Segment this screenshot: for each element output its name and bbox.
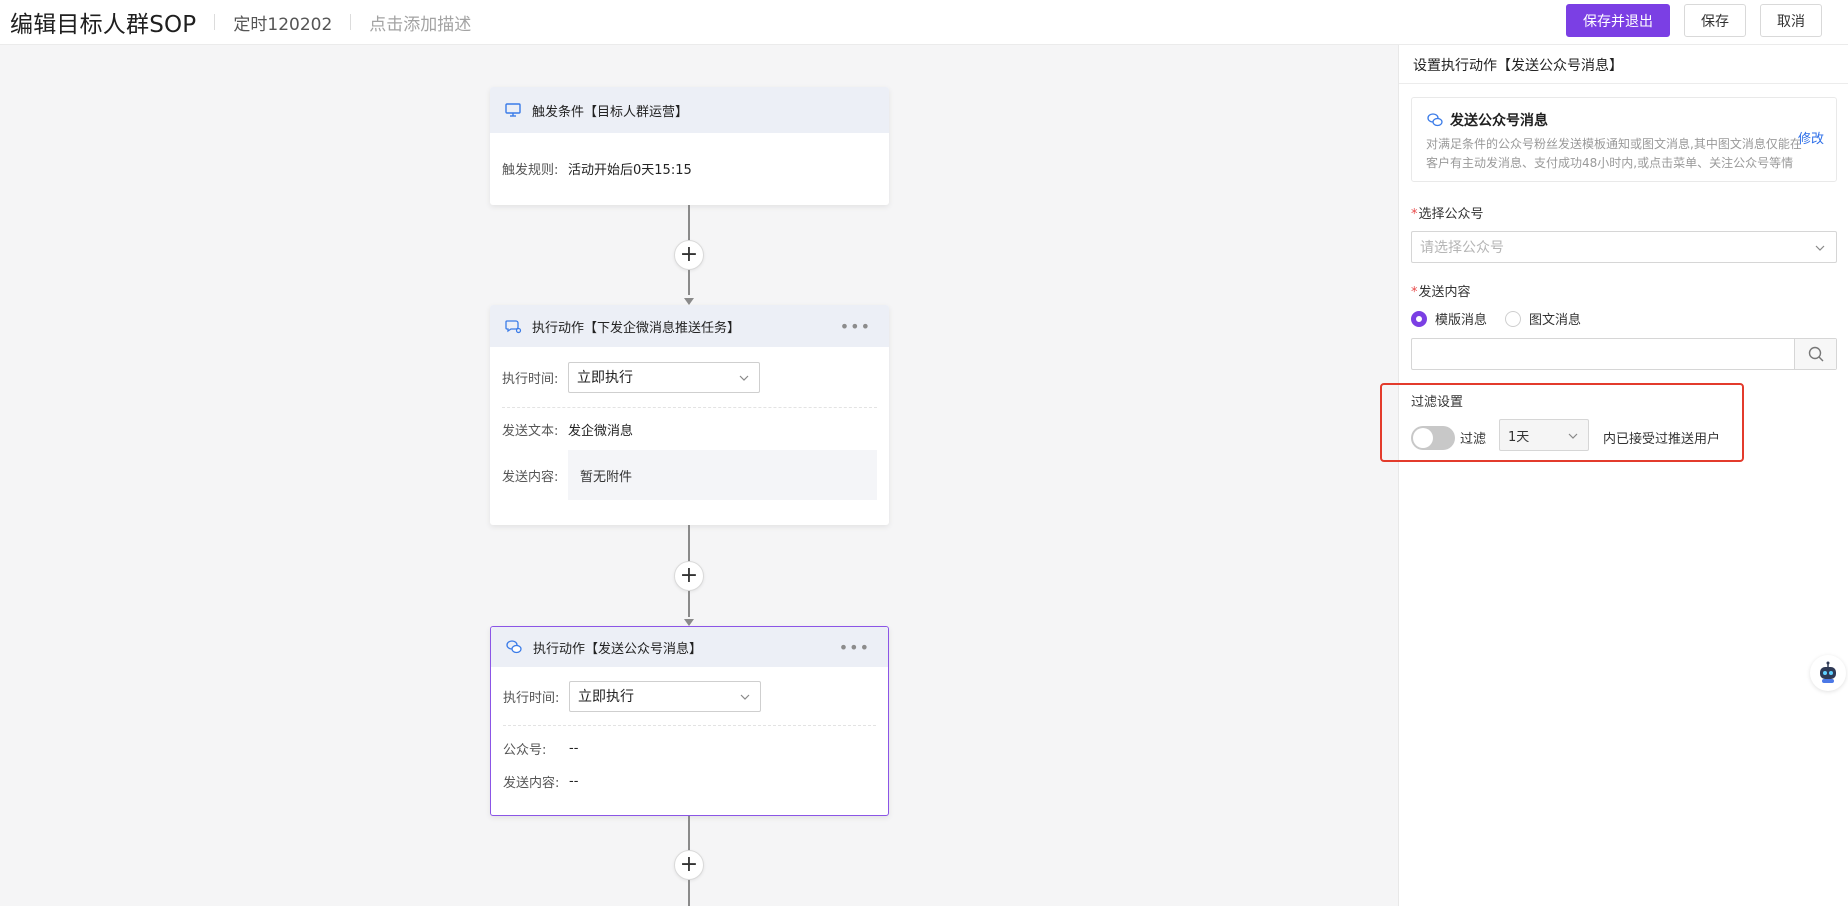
trigger-rule-value: 活动开始后0天15:15: [568, 162, 692, 178]
account-value: --: [569, 740, 579, 756]
card-title: 发送公众号消息: [1450, 113, 1548, 129]
radio-template[interactable]: [1411, 310, 1427, 327]
connector-line: [688, 591, 690, 617]
flow-canvas[interactable]: 触发条件【目标人群运营】 触发规则: 活动开始后0天15:15 + 执行动作【下…: [0, 45, 1398, 906]
account-field-label-text: 选择公众号: [1418, 207, 1484, 222]
action-node-title: 执行动作【发送公众号消息】: [533, 641, 703, 657]
account-field-label: *选择公众号: [1411, 203, 1484, 222]
send-content-value: --: [569, 773, 579, 789]
add-node-button[interactable]: +: [674, 561, 704, 591]
action-node-title: 执行动作【下发企微消息推送任务】: [532, 320, 741, 336]
required-mark: *: [1411, 207, 1418, 222]
trigger-node-header: 触发条件【目标人群运营】: [490, 87, 889, 133]
account-select[interactable]: 请选择公众号: [1411, 231, 1837, 263]
content-field-label-text: 发送内容: [1418, 285, 1471, 300]
account-label: 公众号:: [503, 742, 547, 758]
add-node-button[interactable]: +: [674, 240, 704, 270]
exec-time-value: 立即执行: [578, 689, 634, 705]
attachment-value: 暂无附件: [580, 469, 633, 485]
highlight-box: [1380, 383, 1744, 462]
send-text-label: 发送文本:: [502, 423, 559, 439]
action-node-header: 执行动作【发送公众号消息】 •••: [491, 627, 888, 667]
description-input[interactable]: 点击添加描述: [369, 10, 471, 35]
save-button[interactable]: 保存: [1684, 4, 1746, 37]
send-content-label: 发送内容:: [502, 469, 559, 485]
search-icon: [1808, 346, 1823, 362]
exec-time-label: 执行时间:: [502, 371, 559, 387]
more-icon[interactable]: •••: [839, 638, 870, 657]
exec-time-select[interactable]: 立即执行: [568, 361, 760, 393]
action-node-wecom[interactable]: 执行动作【下发企微消息推送任务】 ••• 执行时间: 立即执行 发送文本: 发企…: [490, 305, 889, 525]
radio-article[interactable]: [1505, 310, 1522, 327]
account-select-placeholder: 请选择公众号: [1420, 240, 1504, 256]
monitor-icon: [504, 101, 522, 119]
content-type-radios: 模版消息 图文消息: [1411, 309, 1581, 328]
wechat-icon: [505, 638, 523, 656]
attachment-box: 暂无附件: [568, 450, 877, 500]
save-and-exit-button[interactable]: 保存并退出: [1566, 4, 1670, 37]
header-separator: [214, 14, 216, 30]
divider: [1399, 83, 1848, 84]
page-title[interactable]: 编辑目标人群SOP: [10, 5, 196, 39]
send-content-label: 发送内容:: [503, 775, 560, 791]
cancel-button[interactable]: 取消: [1760, 4, 1822, 37]
add-node-button[interactable]: +: [674, 850, 704, 880]
radio-template-label[interactable]: 模版消息: [1435, 309, 1487, 328]
radio-article-label[interactable]: 图文消息: [1529, 309, 1581, 328]
exec-time-select[interactable]: 立即执行: [569, 680, 761, 712]
send-text-value: 发企微消息: [568, 423, 634, 439]
chat-icon: [504, 317, 522, 335]
search-button[interactable]: [1794, 339, 1836, 369]
trigger-node-title: 触发条件【目标人群运营】: [532, 104, 689, 120]
top-header: 编辑目标人群SOP 定时120202 点击添加描述 保存并退出 保存 取消: [0, 0, 1848, 45]
chevron-down-icon: [739, 375, 749, 381]
required-mark: *: [1411, 285, 1418, 300]
trigger-node[interactable]: 触发条件【目标人群运营】 触发规则: 活动开始后0天15:15: [490, 87, 889, 205]
edit-link[interactable]: 修改: [1798, 128, 1824, 147]
connector-line: [688, 270, 690, 295]
settings-panel: 设置执行动作【发送公众号消息】 发送公众号消息 对满足条件的公众号粉丝发送模板通…: [1398, 45, 1848, 906]
chevron-down-icon: [1815, 245, 1825, 251]
action-node-official-account[interactable]: 执行动作【发送公众号消息】 ••• 执行时间: 立即执行 公众号: -- 发送内…: [490, 626, 889, 816]
trigger-rule-label: 触发规则:: [502, 162, 559, 178]
content-search-input[interactable]: [1411, 338, 1837, 370]
header-separator: [350, 14, 352, 30]
action-info-card: 发送公众号消息 对满足条件的公众号粉丝发送模板通知或图文消息,其中图文消息仅能在…: [1411, 97, 1837, 182]
connector-arrow: [684, 298, 694, 305]
schedule-name[interactable]: 定时120202: [233, 10, 332, 35]
content-field-label: *发送内容: [1411, 281, 1471, 300]
connector-arrow: [684, 619, 694, 626]
exec-time-label: 执行时间:: [503, 690, 560, 706]
action-node-header: 执行动作【下发企微消息推送任务】 •••: [490, 305, 889, 347]
chevron-down-icon: [740, 694, 750, 700]
more-icon[interactable]: •••: [840, 317, 871, 336]
wechat-icon: [1426, 111, 1444, 129]
card-description: 对满足条件的公众号粉丝发送模板通知或图文消息,其中图文消息仅能在客户有主动发消息…: [1426, 137, 1802, 170]
connector-line: [688, 880, 690, 906]
header-actions: 保存并退出 保存 取消: [1566, 4, 1822, 37]
panel-title: 设置执行动作【发送公众号消息】: [1413, 58, 1623, 74]
assistant-robot-icon[interactable]: [1810, 655, 1846, 691]
exec-time-value: 立即执行: [577, 370, 633, 386]
